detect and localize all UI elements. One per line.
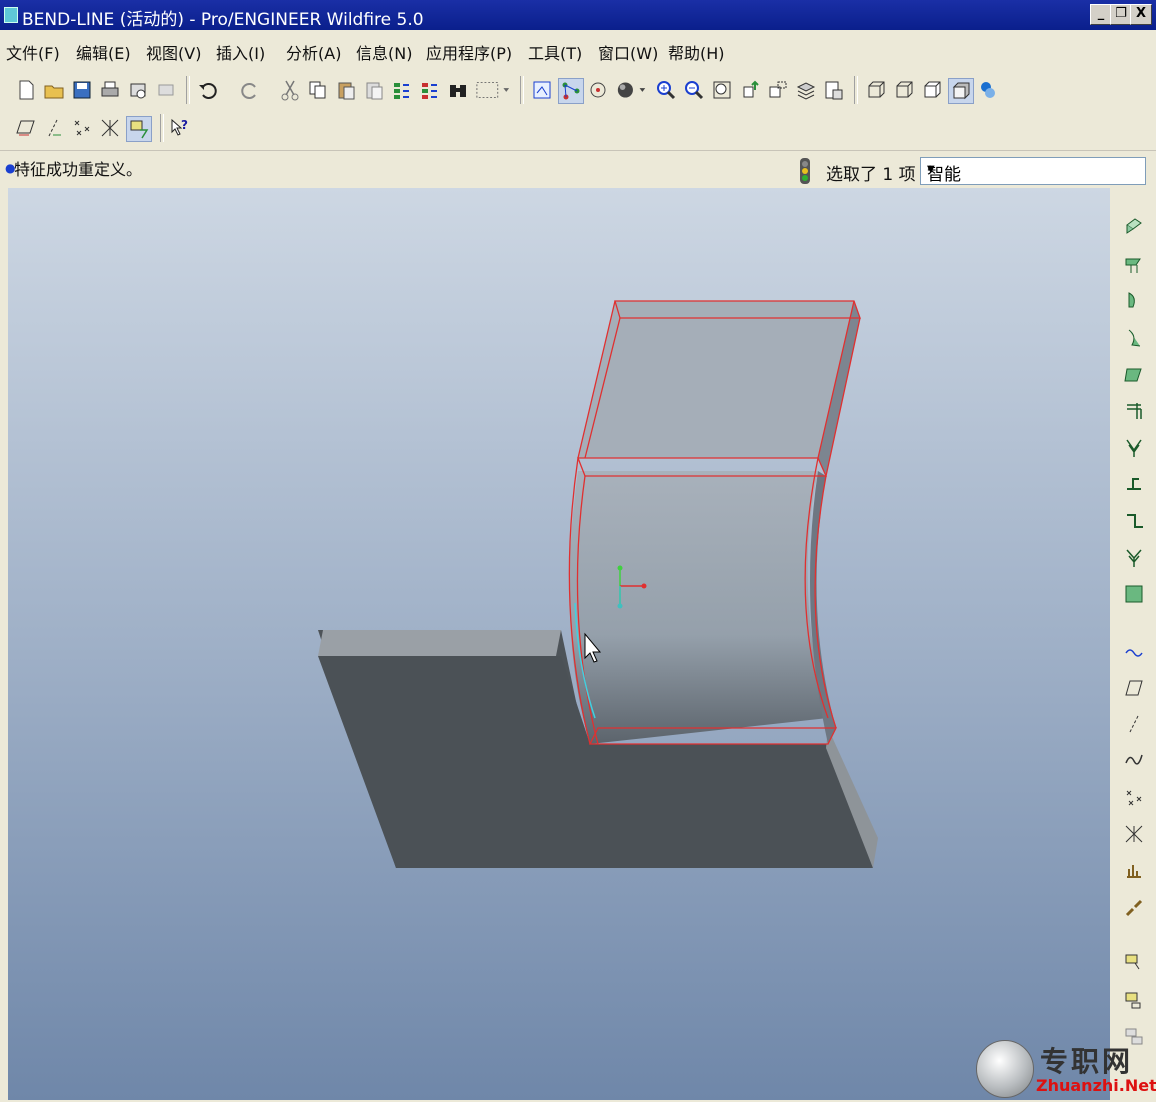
select-box-icon[interactable] (474, 78, 512, 102)
csys-icon[interactable] (1122, 822, 1146, 846)
edge-bend-icon[interactable] (1122, 472, 1146, 496)
separator (186, 76, 190, 104)
separator (854, 76, 858, 104)
chain-icon[interactable] (1122, 896, 1146, 920)
close-button[interactable]: X (1130, 4, 1152, 25)
regenerate-icon[interactable] (390, 78, 414, 102)
feature-toolbar (1110, 188, 1156, 1100)
message-bar: ● 特征成功重定义。 选取了 1 项 智能 ▼ (0, 150, 1156, 189)
setup-icon[interactable] (822, 78, 846, 102)
menu-analysis[interactable]: 分析(A) (286, 40, 341, 64)
wireframe-icon[interactable] (864, 78, 888, 102)
reorient-icon[interactable] (738, 78, 762, 102)
bend-icon[interactable] (1122, 436, 1146, 460)
menu-file[interactable]: 文件(F) (6, 40, 60, 64)
menu-view[interactable]: 视图(V) (146, 40, 201, 64)
bend-section-face (569, 471, 828, 744)
redo-icon[interactable] (238, 78, 262, 102)
no-hidden-icon[interactable] (920, 78, 944, 102)
erase-icon[interactable] (154, 78, 178, 102)
menu-bar: 文件(F) 编辑(E) 视图(V) 插入(I) 分析(A) 信息(N) 应用程序… (0, 30, 1156, 68)
hidden-line-icon[interactable] (892, 78, 916, 102)
datum-point-display-icon[interactable] (70, 116, 94, 140)
view-manager-icon[interactable] (766, 78, 790, 102)
analysis-icon[interactable] (1122, 860, 1146, 884)
context-help-icon[interactable]: ? (168, 116, 192, 140)
undo-icon[interactable] (196, 78, 220, 102)
flat-wall-icon[interactable] (1122, 252, 1146, 276)
layer-icon[interactable] (794, 78, 818, 102)
separator (160, 114, 164, 142)
extrude-wall-icon[interactable] (1122, 362, 1146, 386)
point-icon[interactable] (1122, 786, 1146, 810)
menu-tools[interactable]: 工具(T) (528, 40, 582, 64)
minimize-button[interactable]: _ (1090, 4, 1112, 25)
title-bar: BEND-LINE (活动的) - Pro/ENGINEER Wildfire … (0, 0, 1156, 30)
left-panel-edge (0, 188, 8, 1100)
datum-toolbar: ? (0, 108, 1156, 148)
main-toolbar (0, 70, 1156, 110)
app-icon (4, 7, 18, 23)
print-icon[interactable] (98, 78, 122, 102)
datum-plane-display-icon[interactable] (14, 116, 38, 140)
save-icon[interactable] (70, 78, 94, 102)
regenerate-manager-icon[interactable] (418, 78, 442, 102)
paste-special-icon[interactable] (362, 78, 386, 102)
window-title: BEND-LINE (活动的) - Pro/ENGINEER Wildfire … (22, 10, 424, 30)
find-icon[interactable] (446, 78, 470, 102)
open-icon[interactable] (42, 78, 66, 102)
selection-filter-select[interactable]: 智能 ▼ (920, 157, 1146, 185)
datum-display-icon[interactable] (558, 78, 584, 104)
spin-center-icon[interactable] (586, 78, 610, 102)
new-icon[interactable] (14, 78, 38, 102)
unbend-icon[interactable] (1122, 214, 1146, 238)
annotation-display-icon[interactable] (126, 116, 152, 142)
wall-face (578, 301, 854, 458)
watermark-en: Zhuanzhi.Net (1036, 1076, 1156, 1095)
menu-info[interactable]: 信息(N) (356, 40, 412, 64)
shading-icon[interactable] (614, 78, 650, 102)
axis-icon[interactable] (1122, 712, 1146, 736)
chevron-down-icon: ▼ (927, 164, 935, 175)
send-icon[interactable] (126, 78, 150, 102)
csys-display-icon[interactable] (98, 116, 122, 140)
traffic-light-icon (798, 157, 812, 189)
symbol-icon[interactable] (1122, 988, 1146, 1012)
flange-icon[interactable] (1122, 288, 1146, 312)
zoom-out-icon[interactable] (682, 78, 706, 102)
cut-icon[interactable] (278, 78, 302, 102)
flatten-form-icon[interactable] (1122, 582, 1146, 606)
rip-icon[interactable] (1122, 398, 1146, 422)
zoom-in-icon[interactable] (654, 78, 678, 102)
bend-back-icon[interactable] (1122, 546, 1146, 570)
menu-insert[interactable]: 插入(I) (216, 40, 265, 64)
menu-applications[interactable]: 应用程序(P) (426, 40, 512, 64)
shaded-icon[interactable] (948, 78, 974, 104)
datum-axis-display-icon[interactable] (42, 116, 66, 140)
curve-icon[interactable] (1122, 748, 1146, 772)
copy-icon[interactable] (306, 78, 330, 102)
svg-text:?: ? (181, 118, 188, 132)
soccer-ball-icon (976, 1040, 1034, 1098)
plane-icon[interactable] (1122, 676, 1146, 700)
refit-icon[interactable] (710, 78, 734, 102)
graphics-window[interactable] (8, 188, 1110, 1100)
menu-edit[interactable]: 编辑(E) (76, 40, 131, 64)
status-message: 特征成功重定义。 (14, 160, 143, 179)
base-plate-edge-face (318, 630, 561, 656)
paste-icon[interactable] (334, 78, 358, 102)
watermark-cn: 专职网 (1040, 1045, 1134, 1078)
named-view-icon[interactable] (530, 78, 554, 102)
maximize-button[interactable]: ❐ (1110, 4, 1132, 25)
menu-window[interactable]: 窗口(W) (598, 40, 658, 64)
sketch-icon[interactable] (1122, 640, 1146, 664)
selection-count: 选取了 1 项 (826, 165, 916, 185)
unbend-feature-icon[interactable] (1122, 508, 1146, 532)
unattached-wall-icon[interactable] (1122, 326, 1146, 350)
menu-help[interactable]: 帮助(H) (668, 40, 725, 64)
separator (520, 76, 524, 104)
note-icon[interactable] (1122, 950, 1146, 974)
watermark-logo: 专职网 Zhuanzhi.Net (972, 1036, 1156, 1098)
appearance-icon[interactable] (976, 78, 1000, 102)
